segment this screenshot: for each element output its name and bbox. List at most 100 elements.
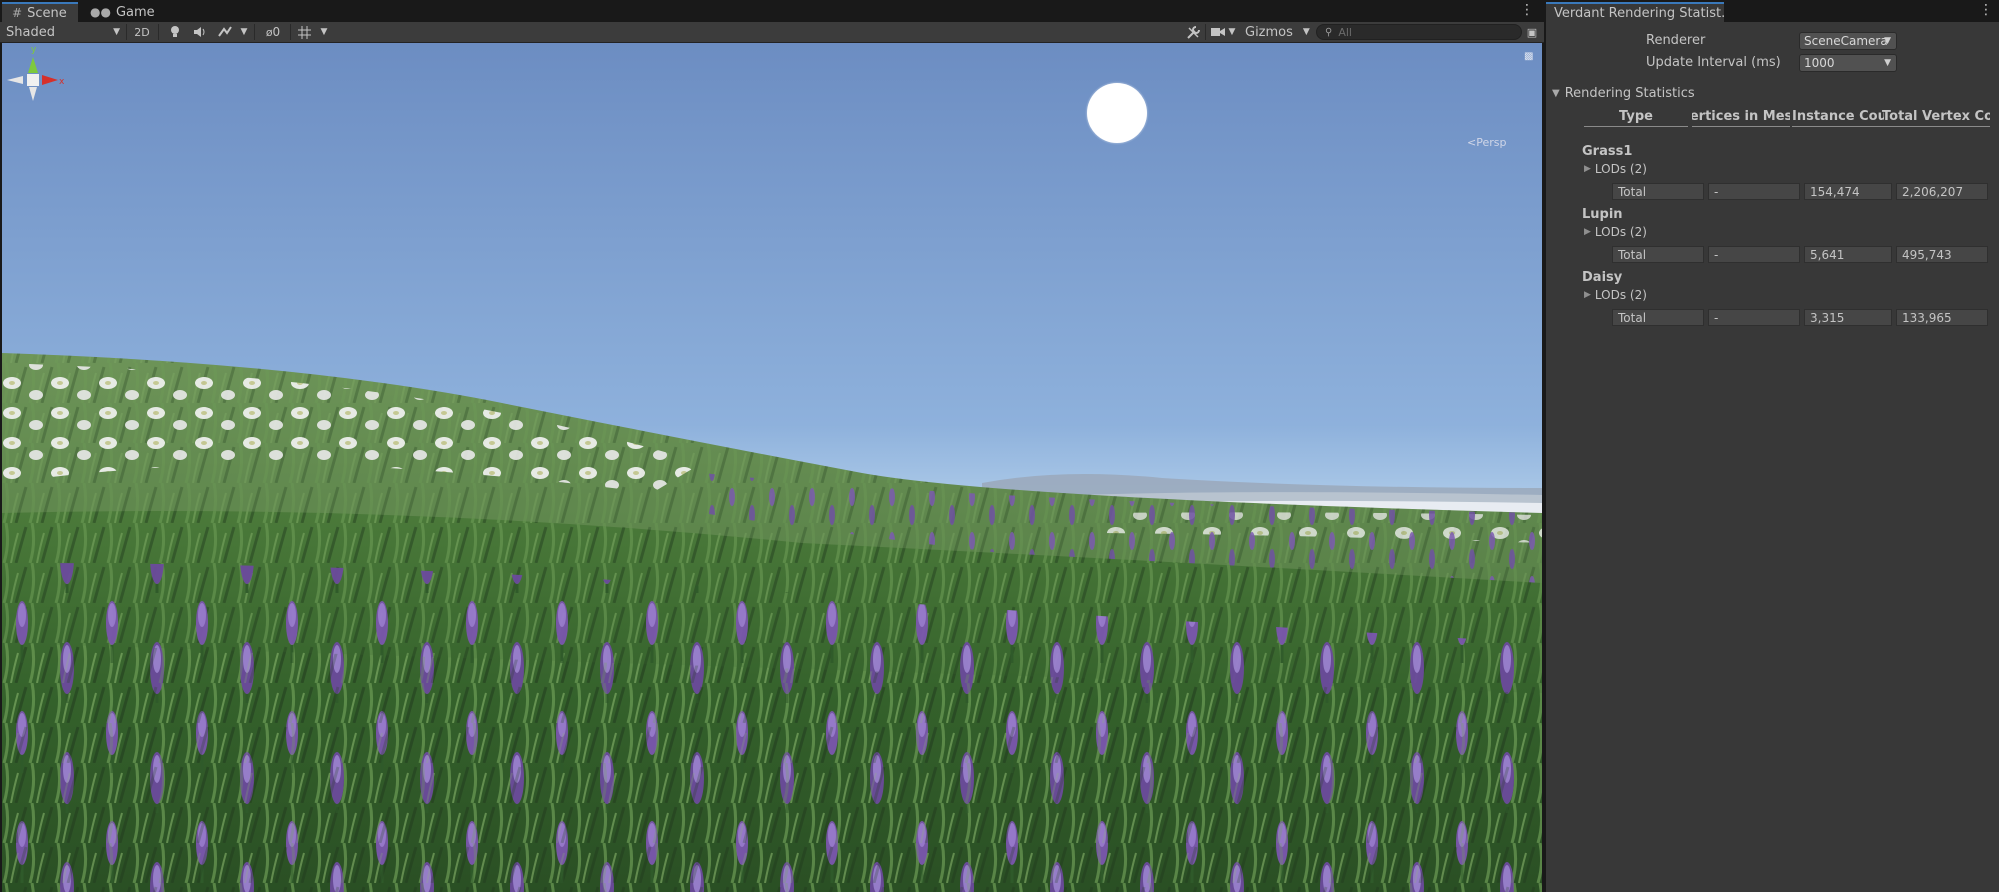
gamepad-icon: ●● — [90, 5, 111, 19]
total-vertex-count-cell: 495,743 — [1896, 246, 1988, 263]
lock-icon[interactable]: ▩ — [1524, 51, 1533, 62]
speaker-icon — [194, 27, 205, 37]
tab-game[interactable]: ●● Game — [80, 2, 155, 22]
grid-toggle[interactable] — [294, 22, 314, 42]
rendering-statistics-foldout[interactable]: ▼ Rendering Statistics — [1552, 86, 1695, 101]
foldout-label: Rendering Statistics — [1564, 86, 1695, 101]
gizmos-label: Gizmos — [1245, 24, 1293, 40]
more-options-icon[interactable]: ⋮ — [1520, 2, 1534, 18]
chevron-left-icon: < — [1467, 136, 1477, 149]
update-interval-label: Update Interval (ms) — [1646, 55, 1781, 70]
total-vertex-count-cell: 2,206,207 — [1896, 183, 1988, 200]
tab-scene[interactable]: # Scene — [2, 2, 78, 22]
table-row: Total - 5,641 495,743 — [1612, 246, 1988, 263]
audio-toggle[interactable] — [190, 22, 210, 42]
effects-dropdown[interactable]: ▼ — [238, 22, 250, 42]
wrench-icon — [1186, 25, 1200, 39]
total-label-cell: Total — [1612, 183, 1704, 200]
group-title-grass1: Grass1 — [1582, 144, 1633, 159]
tool-settings-button[interactable] — [1183, 22, 1203, 42]
chevron-down-icon: ▼ — [1302, 27, 1310, 37]
meadow-scene-image — [2, 43, 1542, 892]
toggle-2d-button[interactable]: 2D — [130, 22, 154, 42]
toolbar-divider — [290, 24, 291, 40]
effects-icon — [218, 26, 232, 37]
draw-mode-dropdown[interactable]: Shaded ▼ — [6, 22, 124, 42]
scene-viewport[interactable]: y x ▩ <Persp — [2, 43, 1542, 892]
vertices-cell: - — [1708, 246, 1800, 263]
grid-dropdown[interactable]: ▼ — [318, 22, 330, 42]
search-icon: ⚲ — [1325, 26, 1333, 38]
camera-icon — [1210, 28, 1225, 36]
scene-window: # Scene ●● Game ⋮ Shaded ▼ 2D ▼ ø 0 ▼ ▼ … — [0, 0, 1544, 892]
eye-slash-icon: ø — [265, 25, 273, 39]
lightbulb-icon — [171, 26, 179, 37]
renderer-label: Renderer — [1646, 33, 1706, 48]
table-row: Total - 3,315 133,965 — [1612, 309, 1988, 326]
group-title-daisy: Daisy — [1582, 270, 1623, 285]
scene-tab-bar: # Scene ●● Game ⋮ — [0, 0, 1544, 23]
more-options-icon[interactable]: ⋮ — [1979, 2, 1993, 18]
scene-visibility-toggle[interactable]: ø 0 — [258, 22, 288, 42]
lods-foldout[interactable]: ▶ LODs (2) — [1584, 288, 1647, 302]
chevron-down-icon: ▼ — [320, 27, 328, 37]
group-title-lupin: Lupin — [1582, 207, 1623, 222]
total-label-cell: Total — [1612, 246, 1704, 263]
toolbar-divider — [1205, 24, 1206, 40]
lods-foldout[interactable]: ▶ LODs (2) — [1584, 162, 1647, 176]
effects-toggle[interactable] — [215, 22, 235, 42]
foldout-collapsed-icon: ▶ — [1584, 164, 1591, 174]
orientation-gizmo[interactable]: y x — [2, 43, 64, 143]
gizmos-dropdown[interactable]: Gizmos ▼ — [1243, 22, 1310, 42]
instance-count-cell: 154,474 — [1804, 183, 1892, 200]
grid-icon — [297, 25, 311, 39]
lods-label: LODs (2) — [1594, 162, 1647, 176]
instance-count-cell: 3,315 — [1804, 309, 1892, 326]
rendering-statistics-window: Verdant Rendering Statist... ⋮ Renderer … — [1544, 0, 1999, 892]
lods-foldout[interactable]: ▶ LODs (2) — [1584, 225, 1647, 239]
foldout-collapsed-icon: ▶ — [1584, 290, 1591, 300]
tab-scene-label: Scene — [27, 5, 67, 21]
grid-icon: # — [12, 6, 23, 20]
projection-toggle[interactable]: <Persp — [1467, 136, 1506, 149]
chevron-down-icon: ▼ — [240, 27, 248, 37]
search-options-button[interactable]: ▣ — [1524, 22, 1540, 42]
scene-toolbar: Shaded ▼ 2D ▼ ø 0 ▼ ▼ Gizmos ▼ ⚲ All ▣ — [0, 22, 1544, 43]
tab-game-label: Game — [115, 4, 155, 20]
column-header-instance-count: Instance Count — [1792, 107, 1884, 127]
renderer-value: SceneCamera — [1804, 34, 1888, 48]
vertices-cell: - — [1708, 309, 1800, 326]
chevron-down-icon: ▼ — [1884, 58, 1891, 68]
inspector-tab-bar: Verdant Rendering Statist... ⋮ — [1546, 0, 1999, 22]
lighting-toggle[interactable] — [165, 22, 185, 42]
column-header-vertices: Vertices in Mesh — [1692, 107, 1790, 127]
camera-settings-dropdown[interactable]: ▼ — [1208, 22, 1238, 42]
chevron-down-icon: ▼ — [1884, 36, 1891, 46]
foldout-expanded-icon: ▼ — [1552, 88, 1560, 99]
chevron-down-icon: ▼ — [1228, 27, 1236, 37]
gizmo-axis-y: y — [31, 45, 37, 55]
vertices-cell: - — [1708, 183, 1800, 200]
foldout-collapsed-icon: ▶ — [1584, 227, 1591, 237]
projection-label: Persp — [1476, 136, 1507, 149]
search-filter-icon: ▣ — [1526, 25, 1538, 39]
toolbar-divider — [158, 24, 159, 40]
table-row: Total - 154,474 2,206,207 — [1612, 183, 1988, 200]
gizmo-axis-x: x — [59, 77, 64, 87]
renderer-dropdown[interactable]: SceneCamera ▼ — [1799, 32, 1897, 50]
update-interval-dropdown[interactable]: 1000 ▼ — [1799, 54, 1897, 72]
lods-label: LODs (2) — [1594, 288, 1647, 302]
update-interval-value: 1000 — [1804, 56, 1835, 70]
toolbar-divider — [254, 24, 255, 40]
lods-label: LODs (2) — [1594, 225, 1647, 239]
draw-mode-value: Shaded — [6, 24, 55, 40]
tab-rendering-statistics[interactable]: Verdant Rendering Statist... — [1546, 2, 1724, 22]
chevron-down-icon: ▼ — [113, 27, 120, 37]
total-label-cell: Total — [1612, 309, 1704, 326]
toolbar-divider — [126, 24, 127, 40]
column-header-total-vertex-count: Total Vertex Count — [1882, 107, 1990, 127]
hidden-object-count: 0 — [272, 25, 281, 39]
scene-search-field[interactable]: ⚲ — [1316, 24, 1522, 40]
instance-count-cell: 5,641 — [1804, 246, 1892, 263]
search-input[interactable] — [1338, 25, 1489, 39]
